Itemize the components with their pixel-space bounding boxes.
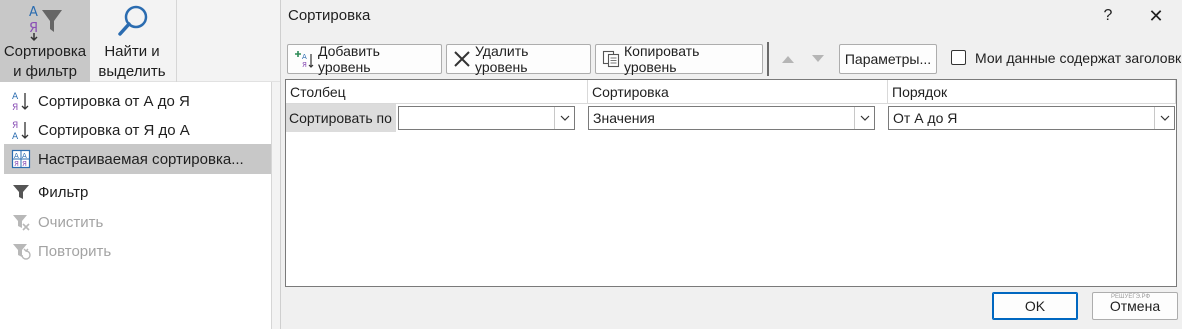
sort-az-icon: А Я [4,86,38,116]
sort-za-icon: Я А [4,115,38,145]
sort-levels-grid: Столбец Сортировка Порядок Сортировать п… [285,79,1177,287]
menu-item-filter[interactable]: Фильтр [4,177,271,207]
svg-text:А: А [12,132,19,141]
filter-icon [4,177,38,207]
column-header-sort-on: Сортировка [588,80,888,104]
add-level-label: Добавить уровень [318,43,380,75]
sort-filter-button[interactable]: А Я Сортировка и фильтр▼ [0,0,90,96]
svg-text:Я: Я [12,121,18,131]
ribbon-separator [176,0,177,82]
sort-dialog: Сортировка ? ✕ А Я Добавить уровень Удал… [280,0,1182,329]
menu-item-label: Фильтр [38,183,89,201]
menu-item-clear[interactable]: Очистить [4,207,271,237]
order-select-value: От А до Я [893,110,958,126]
svg-text:А: А [29,5,38,20]
menu-item-label: Повторить [38,242,112,260]
arrow-up-icon [782,56,794,63]
svg-text:Я: Я [12,103,18,112]
help-button[interactable]: ? [1093,2,1123,30]
menu-item-label: Сортировка от Я до А [38,121,190,139]
ok-button[interactable]: OK [992,292,1078,320]
options-label: Параметры... [844,51,932,67]
move-up-button[interactable] [775,46,801,72]
options-button[interactable]: Параметры... [839,44,937,74]
sort-filter-label-1: Сортировка [3,43,87,60]
sort-filter-label-2: и фильтр [13,63,77,80]
sort-filter-menu: А Я Сортировка от А до Я Я А Сортировка … [0,82,272,329]
clear-filter-icon [4,207,38,237]
svg-text:Я: Я [302,61,307,69]
column-header-order: Порядок [888,80,1176,104]
sort-by-label: Сортировать по [286,104,396,132]
watermark: РЕШУЕГЭ.РФ [1111,294,1151,300]
menu-item-label: Настраиваемая сортировка... [38,150,244,168]
svg-text:А: А [302,53,307,61]
column-select[interactable] [398,106,575,130]
find-select-label-1: Найти и [104,43,160,60]
order-select[interactable]: От А до Я [888,106,1175,130]
svg-text:Я: Я [14,160,19,168]
close-button[interactable]: ✕ [1136,2,1176,30]
delete-level-label: Удалить уровень [475,43,529,75]
delete-icon [453,50,471,68]
svg-text:А: А [22,152,27,160]
worksheet-strip [272,82,280,329]
menu-item-custom-sort[interactable]: А А Я Я Настраиваемая сортировка... [4,144,271,174]
svg-text:А: А [14,152,19,160]
custom-sort-icon: А А Я Я [4,144,38,174]
find-select-label-2: выделить [98,63,166,80]
copy-level-label: Копировать уровень [624,43,700,75]
sort-on-select[interactable]: Значения [588,106,875,130]
dialog-title: Сортировка [288,7,371,24]
menu-item-label: Сортировка от А до Я [38,92,190,110]
menu-item-label: Очистить [38,213,104,231]
chevron-down-icon [1154,107,1174,129]
svg-text:А: А [12,92,19,102]
sort-on-select-value: Значения [593,110,655,126]
menu-item-sort-za[interactable]: Я А Сортировка от Я до А [4,115,271,145]
chevron-down-icon [554,107,574,129]
add-level-icon: А Я [294,49,314,69]
ribbon: А Я Сортировка и фильтр▼ Найти и выделит… [0,0,280,96]
delete-level-button[interactable]: Удалить уровень [446,43,591,75]
toolbar-separator [767,42,769,76]
find-select-button[interactable]: Найти и выделить▼ [90,0,174,96]
copy-level-button[interactable]: Копировать уровень [595,43,763,75]
has-headers-checkbox[interactable] [951,50,966,65]
menu-item-sort-az[interactable]: А Я Сортировка от А до Я [4,86,271,116]
has-headers-label: Мои данные содержат заголовки [975,50,1182,66]
arrow-down-icon [812,55,824,62]
column-header-column: Столбец [286,80,588,104]
move-down-button[interactable] [805,46,831,72]
menu-item-reapply[interactable]: Повторить [4,236,271,266]
svg-text:Я: Я [22,160,27,168]
copy-icon [602,50,620,68]
add-level-button[interactable]: А Я Добавить уровень [287,43,442,75]
chevron-down-icon [854,107,874,129]
reapply-icon [4,236,38,266]
